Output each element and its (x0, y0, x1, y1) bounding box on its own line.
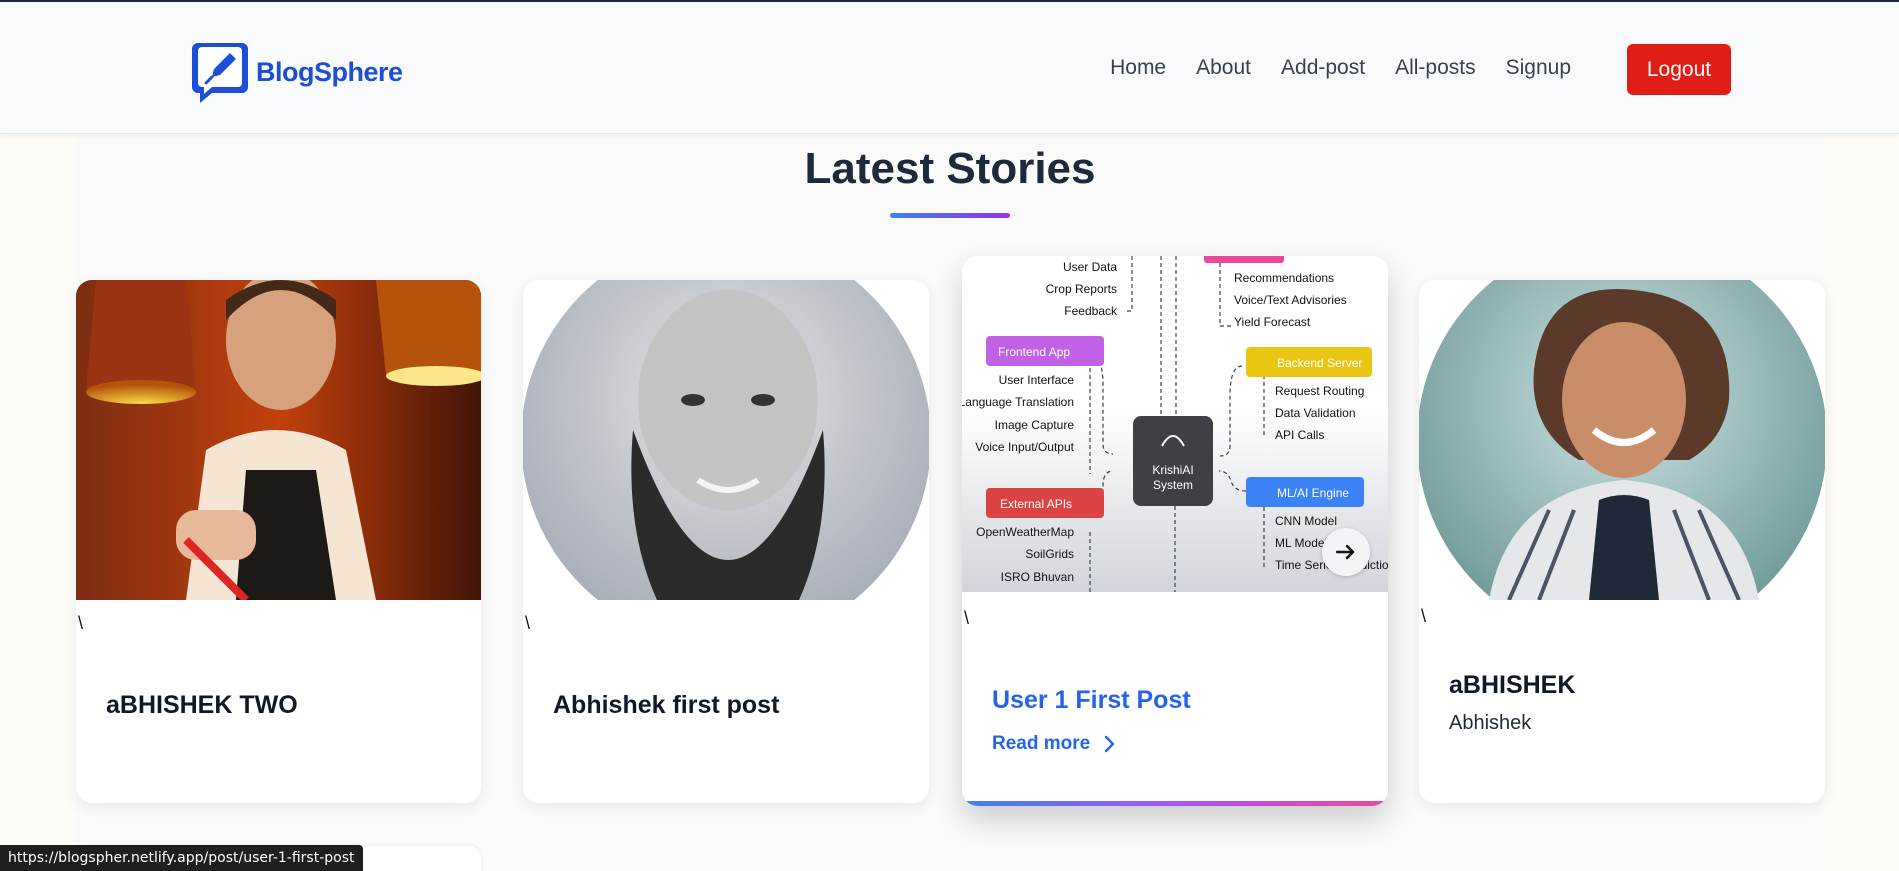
diagram-label: Crop Reports (1046, 282, 1117, 296)
diagram-label: Recommendations (1234, 271, 1334, 285)
diagram-center-label: System (1153, 478, 1193, 492)
diagram-label: User Data (1063, 260, 1117, 274)
logout-button[interactable]: Logout (1627, 44, 1731, 95)
diagram-node-label: External APIs (1000, 497, 1072, 511)
read-more-label: Read more (992, 733, 1091, 754)
card-title-hovered[interactable]: User 1 First Post (992, 686, 1191, 715)
nav-home[interactable]: Home (1110, 56, 1166, 80)
diagram-node-label: Backend Server (1277, 356, 1362, 370)
story-card[interactable]: \ aBHISHEK TWO (76, 280, 481, 803)
chevron-right-icon (1105, 735, 1115, 753)
site-header: BlogSphere Home About Add-post All-posts… (0, 2, 1899, 134)
card-accent-bar (962, 801, 1388, 806)
diagram-label: ML Model (1275, 536, 1327, 550)
bearded-man-portrait-image (523, 280, 929, 600)
diagram-label: Feedback (1064, 304, 1118, 318)
nav-about[interactable]: About (1196, 56, 1251, 80)
diagram-label: User Interface (999, 373, 1075, 387)
card-author: Abhishek (1449, 712, 1532, 734)
diagram-label: CNN Model (1275, 514, 1337, 528)
read-more-link[interactable]: Read more (992, 733, 1116, 755)
pen-chat-logo-icon (192, 43, 248, 103)
section-title: Latest Stories (804, 144, 1096, 193)
diagram-label: Image Capture (995, 418, 1075, 432)
link-status-bar: https://blogspher.netlify.app/post/user-… (0, 845, 363, 871)
latest-stories-section: Latest Stories \ aBHISHEK TWO \ Abhishek… (76, 134, 1825, 871)
diagram-center-label: KrishiAI (1152, 463, 1193, 477)
diagram-label: OpenWeatherMap (976, 525, 1074, 539)
story-card-hovered[interactable]: User Data Crop Reports Feedback Recommen… (962, 256, 1388, 806)
card-title[interactable]: aBHISHEK (1449, 671, 1575, 700)
nav-signup[interactable]: Signup (1506, 56, 1571, 80)
diagram-label: SoilGrids (1025, 547, 1074, 561)
diagram-label: Yield Forecast (1234, 315, 1311, 329)
story-card[interactable]: \ aBHISHEK Abhishek (1419, 280, 1825, 803)
diagram-label: Voice Input/Output (975, 440, 1074, 454)
next-arrow-button[interactable] (1322, 528, 1370, 576)
brand-logo-link[interactable]: BlogSphere (190, 28, 420, 116)
woman-portrait-image (1419, 280, 1825, 600)
diagram-label: Data Validation (1275, 406, 1356, 420)
main-nav: Home About Add-post All-posts Signup (1110, 2, 1571, 134)
diagram-label: Language Translation (962, 395, 1074, 409)
backslash-text: \ (964, 608, 970, 628)
brand-name: BlogSphere (256, 56, 403, 87)
nav-all-posts[interactable]: All-posts (1395, 56, 1476, 80)
nav-add-post[interactable]: Add-post (1281, 56, 1365, 80)
diagram-label: Request Routing (1275, 384, 1364, 398)
backslash-text: \ (78, 613, 84, 633)
backslash-text: \ (1421, 606, 1427, 626)
diagram-node-label: Frontend App (998, 345, 1070, 359)
diagram-label: Voice/Text Advisories (1234, 293, 1347, 307)
card-title[interactable]: aBHISHEK TWO (106, 691, 298, 720)
backslash-text: \ (525, 613, 531, 633)
arrow-right-icon (1335, 544, 1355, 560)
chef-photo-image (76, 280, 481, 600)
diagram-node-label: ML/AI Engine (1277, 486, 1349, 500)
card-title[interactable]: Abhishek first post (553, 691, 779, 720)
title-underline (890, 213, 1010, 218)
story-card[interactable]: \ Abhishek first post (523, 280, 929, 803)
diagram-label: ISRO Bhuvan (1001, 570, 1074, 584)
diagram-label: API Calls (1275, 428, 1324, 442)
